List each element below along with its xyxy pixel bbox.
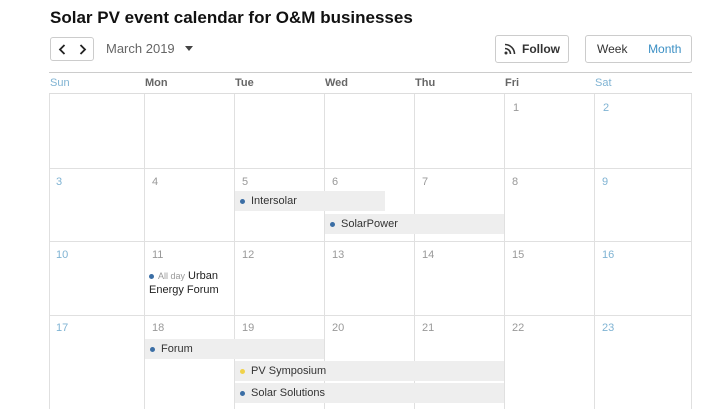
grid-line — [49, 94, 50, 409]
day-number[interactable]: 18 — [152, 322, 164, 334]
day-number[interactable]: 7 — [422, 176, 428, 188]
view-toggle: Week Month — [585, 35, 692, 63]
event-title: Intersolar — [251, 195, 297, 207]
event-title: Solar Solutions — [251, 387, 325, 399]
event-dot-icon — [330, 221, 335, 227]
day-number[interactable]: 11 — [152, 249, 163, 261]
event-dot-icon — [240, 198, 245, 204]
day-number[interactable]: 17 — [56, 322, 68, 334]
event-forum[interactable]: Forum — [145, 339, 324, 359]
follow-button[interactable]: Follow — [495, 35, 569, 63]
event-dot-icon — [240, 390, 245, 396]
grid-line — [144, 94, 145, 409]
month-nav — [50, 37, 94, 61]
day-number[interactable]: 19 — [242, 322, 254, 334]
event-title: SolarPower — [341, 218, 398, 230]
caret-down-icon — [184, 46, 193, 51]
month-label: March 2019 — [106, 41, 175, 56]
month-selector[interactable]: March 2019 — [106, 41, 193, 56]
day-number[interactable]: 14 — [422, 249, 434, 261]
day-number[interactable]: 21 — [422, 322, 434, 334]
month-view-button[interactable]: Month — [639, 36, 692, 62]
day-number[interactable]: 4 — [152, 176, 158, 188]
event-title: PV Symposium — [251, 365, 327, 377]
rss-icon — [504, 43, 516, 55]
chevron-right-icon — [79, 43, 86, 55]
weekday-sat: Sat — [595, 77, 612, 89]
weekday-thu: Thu — [415, 77, 436, 89]
week-view-button[interactable]: Week — [586, 36, 639, 62]
next-month-button[interactable] — [72, 38, 93, 60]
grid-line — [594, 94, 595, 409]
day-number[interactable]: 6 — [332, 176, 338, 188]
day-number[interactable]: 22 — [512, 322, 524, 334]
event-title: Forum — [161, 343, 193, 355]
weekday-tue: Tue — [235, 77, 254, 89]
grid-line — [49, 168, 692, 169]
day-number[interactable]: 5 — [242, 176, 248, 188]
grid-line — [49, 241, 692, 242]
follow-label: Follow — [522, 42, 560, 56]
day-number[interactable]: 3 — [56, 176, 62, 188]
chevron-left-icon — [58, 43, 65, 55]
all-day-tag: All day — [158, 271, 186, 281]
day-number[interactable]: 12 — [242, 249, 254, 261]
event-dot-icon — [149, 273, 154, 279]
weekday-mon: Mon — [145, 77, 168, 89]
page-title: Solar PV event calendar for O&M business… — [50, 8, 413, 27]
day-number[interactable]: 9 — [602, 176, 608, 188]
grid-line — [504, 94, 505, 409]
day-number[interactable]: 23 — [602, 322, 614, 334]
day-number[interactable]: 1 — [513, 102, 519, 114]
event-dot-icon — [150, 346, 155, 352]
event-dot-icon — [240, 368, 245, 374]
day-number[interactable]: 20 — [332, 322, 344, 334]
event-urban-energy-forum[interactable]: All day Urban Energy Forum — [149, 269, 233, 297]
day-number[interactable]: 10 — [56, 249, 68, 261]
calendar-grid: Sun Mon Tue Wed Thu Fri Sat 1 2 3 4 5 6 … — [49, 72, 692, 409]
prev-month-button[interactable] — [51, 38, 72, 60]
grid-line — [49, 315, 692, 316]
day-number[interactable]: 13 — [332, 249, 344, 261]
day-number[interactable]: 8 — [512, 176, 518, 188]
day-number[interactable]: 2 — [603, 102, 609, 114]
day-number[interactable]: 15 — [512, 249, 524, 261]
day-number[interactable]: 16 — [602, 249, 614, 261]
event-intersolar[interactable]: Intersolar — [235, 191, 385, 211]
event-solar-solutions[interactable]: Solar Solutions — [235, 383, 504, 403]
weekday-sun: Sun — [50, 77, 70, 89]
weekday-fri: Fri — [505, 77, 520, 89]
grid-line — [691, 94, 692, 409]
weekday-header: Sun Mon Tue Wed Thu Fri Sat — [49, 72, 692, 94]
weekday-wed: Wed — [325, 77, 349, 89]
event-pv-symposium[interactable]: PV Symposium — [235, 361, 504, 381]
event-solarpower[interactable]: SolarPower — [325, 214, 504, 234]
